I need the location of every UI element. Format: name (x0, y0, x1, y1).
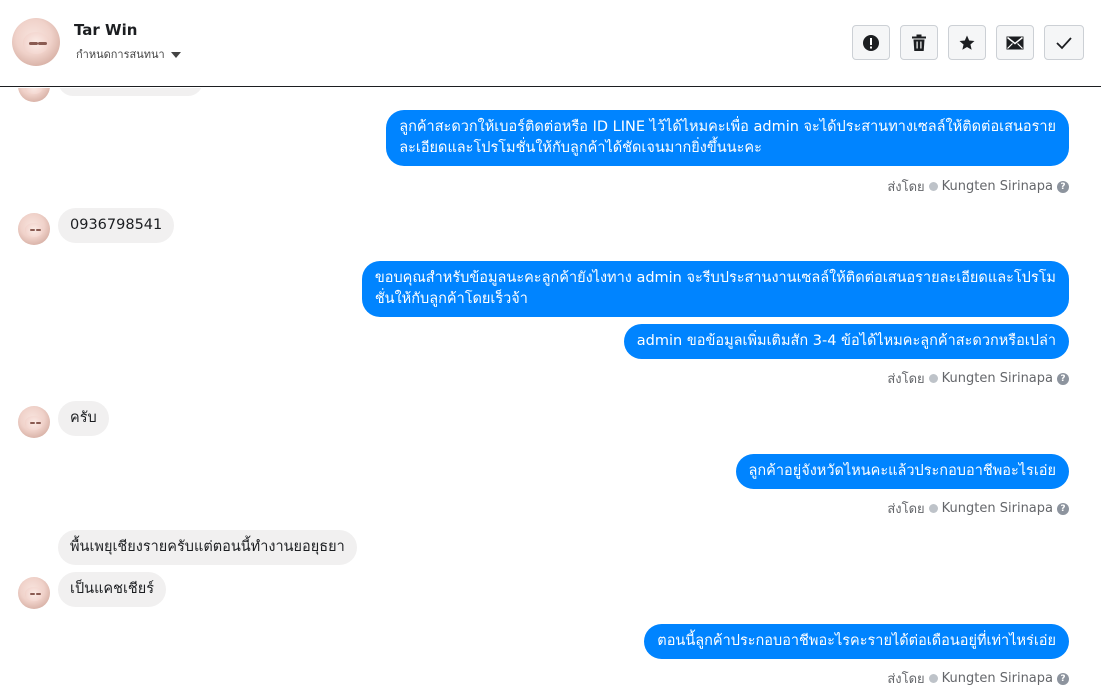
sender-name: Kungten Sirinapa (941, 501, 1053, 516)
sent-by-info: ส่งโดย Kungten Sirinapa ? (887, 668, 1069, 689)
sent-by-info: ส่งโดย Kungten Sirinapa ? (887, 498, 1069, 519)
help-icon[interactable]: ? (1057, 372, 1069, 385)
contact-avatar[interactable] (18, 213, 50, 245)
help-icon[interactable]: ? (1057, 672, 1069, 685)
sender-name: Kungten Sirinapa (941, 671, 1053, 686)
delete-button[interactable] (900, 25, 938, 60)
sender-status-icon (928, 182, 938, 191)
mark-spam-button[interactable] (852, 25, 890, 60)
help-icon[interactable]: ? (1057, 502, 1069, 515)
message-thread[interactable]: ลูกค้าสะดวกให้เบอร์ติดต่อหรือ ID LINE ไว… (0, 88, 1101, 697)
message-bubble-outgoing[interactable]: ตอนนี้ลูกค้าประกอบอาชีพอะไรคะรายได้ต่อเด… (644, 624, 1069, 659)
check-icon (1056, 36, 1072, 49)
sent-by-label: ส่งโดย (887, 502, 925, 517)
sender-status-icon (928, 374, 938, 383)
sent-by-label: ส่งโดย (887, 672, 925, 687)
message-bubble-clipped (58, 88, 203, 96)
contact-avatar[interactable] (18, 577, 50, 609)
sender-name: Kungten Sirinapa (941, 371, 1053, 386)
contact-avatar (18, 88, 50, 102)
star-button[interactable] (948, 25, 986, 60)
message-text-line: ละเอียดและโปรโมชั่นให้กับลูกค้าได้ชัดเจน… (399, 140, 762, 156)
message-bubble-incoming[interactable]: พื้นเพยุเชียงรายครับแต่ตอนนี้ทำงานยอยุธย… (58, 530, 357, 565)
message-bubble-outgoing[interactable]: ลูกค้าอยู่จังหวัดไหนคะแล้วประกอบอาชีพอะไ… (735, 454, 1069, 489)
message-bubble-incoming[interactable]: เป็นแคชเชียร์ (58, 572, 167, 607)
sent-by-info: ส่งโดย Kungten Sirinapa ? (887, 368, 1069, 389)
contact-avatar[interactable] (18, 406, 50, 438)
message-text-line: ขอบคุณสำหรับข้อมูลนะคะลูกค้ายังไงทาง adm… (374, 270, 1056, 286)
spam-icon (863, 34, 879, 51)
conversation-menu-label: กำหนดการสนทนา (76, 48, 165, 61)
sent-by-label: ส่งโดย (887, 372, 925, 387)
caret-down-icon (170, 51, 181, 58)
sender-name: Kungten Sirinapa (941, 179, 1053, 194)
contact-name[interactable]: Tar Win (74, 21, 137, 39)
message-bubble-outgoing[interactable]: ขอบคุณสำหรับข้อมูลนะคะลูกค้ายังไงทาง adm… (361, 261, 1069, 317)
star-icon (959, 35, 975, 50)
sent-by-info: ส่งโดย Kungten Sirinapa ? (887, 176, 1069, 197)
message-bubble-incoming[interactable]: ครับ (58, 401, 109, 436)
sent-by-label: ส่งโดย (887, 180, 925, 195)
mark-unread-button[interactable] (996, 25, 1034, 60)
conversation-menu[interactable]: กำหนดการสนทนา (76, 45, 181, 63)
avatar[interactable] (12, 18, 60, 66)
message-text-line: ลูกค้าสะดวกให้เบอร์ติดต่อหรือ ID LINE ไว… (399, 119, 1056, 135)
mark-done-button[interactable] (1044, 25, 1084, 60)
message-bubble-outgoing[interactable]: admin ขอข้อมูลเพิ่มเติมสัก 3-4 ข้อได้ไหม… (623, 324, 1069, 359)
sender-status-icon (928, 674, 938, 683)
sender-status-icon (928, 504, 938, 513)
message-bubble-incoming[interactable]: 0936798541 (58, 208, 175, 243)
conversation-header: Tar Win กำหนดการสนทนา (0, 0, 1101, 87)
envelope-icon (1006, 36, 1024, 49)
message-text-line: ชั่นให้กับลูกค้าโดยเร็วจ้า (374, 291, 528, 307)
message-bubble-outgoing[interactable]: ลูกค้าสะดวกให้เบอร์ติดต่อหรือ ID LINE ไว… (386, 110, 1069, 166)
help-icon[interactable]: ? (1057, 180, 1069, 193)
trash-icon (912, 34, 926, 51)
